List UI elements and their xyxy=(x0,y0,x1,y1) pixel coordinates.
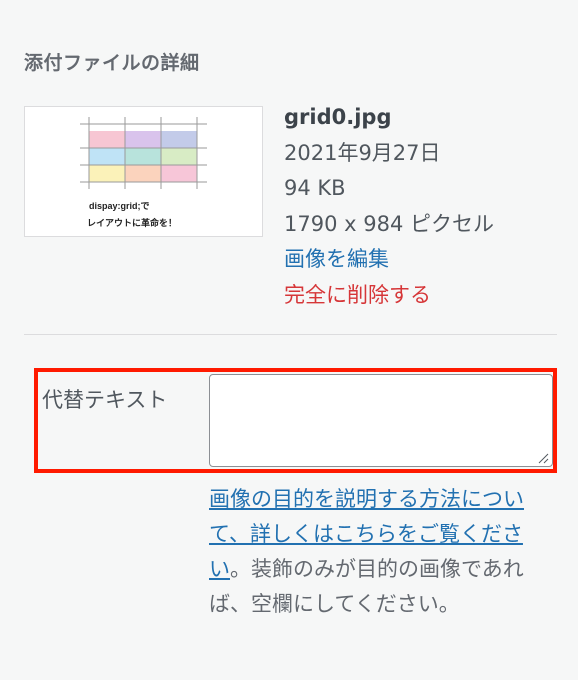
resize-handle-icon[interactable] xyxy=(537,452,549,464)
thumbnail-grid-cell xyxy=(125,131,161,148)
thumbnail-grid-cell xyxy=(161,165,197,182)
thumbnail-grid-cell xyxy=(89,148,125,165)
divider xyxy=(24,334,557,335)
file-details: grid0.jpg 2021年9月27日 94 KB 1790 x 984 ピク… xyxy=(284,100,494,313)
alt-text-help-text: 。装飾のみが目的の画像であれば、空欄にしてください。 xyxy=(209,557,524,616)
file-name: grid0.jpg xyxy=(284,105,392,129)
thumbnail-grid-cell xyxy=(161,148,197,165)
thumbnail-caption-line1: dispay:grid;で xyxy=(89,201,150,211)
delete-permanently-link[interactable]: 完全に削除する xyxy=(284,278,494,314)
section-title: 添付ファイルの詳細 xyxy=(24,52,200,74)
edit-image-link[interactable]: 画像を編集 xyxy=(284,242,494,278)
file-size: 94 KB xyxy=(284,176,346,200)
thumbnail-grid-cell xyxy=(89,165,125,182)
thumbnail-grid-cell xyxy=(125,165,161,182)
image-dimensions: 1790 x 984 ピクセル xyxy=(284,211,494,236)
thumbnail-caption-line2: レイアウトに革命を！ xyxy=(87,217,177,228)
thumbnail-grid-cell xyxy=(125,148,161,165)
upload-date: 2021年9月27日 xyxy=(284,140,441,165)
attachment-thumbnail[interactable]: dispay:grid;で レイアウトに革命を！ xyxy=(24,106,263,237)
attachment-details-panel: 添付ファイルの詳細 dispay:grid;で レイアウトに革命を！ grid0… xyxy=(0,0,578,680)
alt-text-description: 画像の目的を説明する方法について、詳しくはこちらをご覧ください。装飾のみが目的の… xyxy=(209,482,554,622)
alt-text-input[interactable] xyxy=(209,374,553,467)
alt-text-label: 代替テキスト xyxy=(42,388,168,412)
thumbnail-image: dispay:grid;で レイアウトに革命を！ xyxy=(80,117,207,228)
thumbnail-grid-cell xyxy=(161,131,197,148)
thumbnail-grid-cell xyxy=(89,131,125,148)
